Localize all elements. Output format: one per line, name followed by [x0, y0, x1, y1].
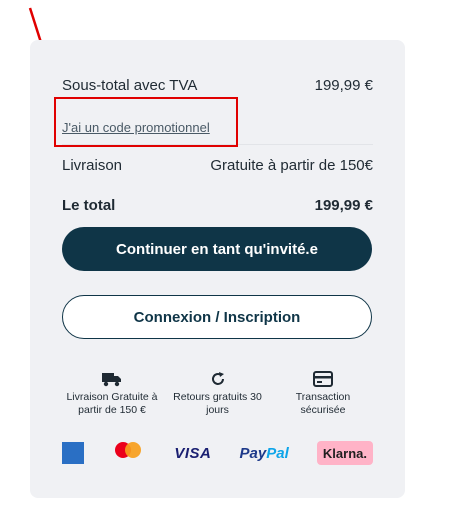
feature-free-shipping: Livraison Gratuite à partir de 150 €	[62, 370, 162, 416]
mastercard-logo	[112, 440, 146, 466]
feature-label: Retours gratuits 30 jours	[173, 391, 262, 416]
feature-label: Livraison Gratuite à partir de 150 €	[66, 391, 158, 416]
payment-methods: VISA Pay Pal Klarna.	[62, 440, 373, 466]
visa-logo: VISA	[174, 444, 212, 462]
card-icon	[313, 371, 333, 387]
annotation-highlight-box	[54, 97, 238, 147]
total-row: Le total 199,99 €	[62, 197, 373, 214]
subtotal-label: Sous-total avec TVA	[62, 77, 198, 94]
subtotal-value: 199,99 €	[314, 77, 373, 94]
shipping-label: Livraison	[62, 157, 123, 174]
feature-label: Transaction sécurisée	[295, 391, 351, 416]
truck-icon	[102, 373, 121, 387]
amex-logo	[62, 442, 84, 464]
feature-secure-transaction: Transaction sécurisée	[273, 370, 373, 416]
total-label: Le total	[62, 197, 116, 214]
shipping-value: Gratuite à partir de 150€	[210, 157, 373, 174]
total-value: 199,99 €	[314, 197, 373, 214]
paypal-logo: Pay Pal	[239, 444, 289, 462]
guest-checkout-button[interactable]: Continuer en tant qu'invité.e	[62, 227, 372, 271]
login-signup-button[interactable]: Connexion / Inscription	[62, 295, 372, 339]
feature-free-returns: Retours gratuits 30 jours	[168, 370, 268, 416]
features-list: Livraison Gratuite à partir de 150 € Ret…	[62, 370, 373, 416]
klarna-logo: Klarna.	[316, 441, 373, 465]
shipping-row: Livraison Gratuite à partir de 150€	[62, 157, 373, 174]
refresh-icon	[211, 372, 224, 385]
subtotal-row: Sous-total avec TVA 199,99 €	[62, 77, 373, 94]
